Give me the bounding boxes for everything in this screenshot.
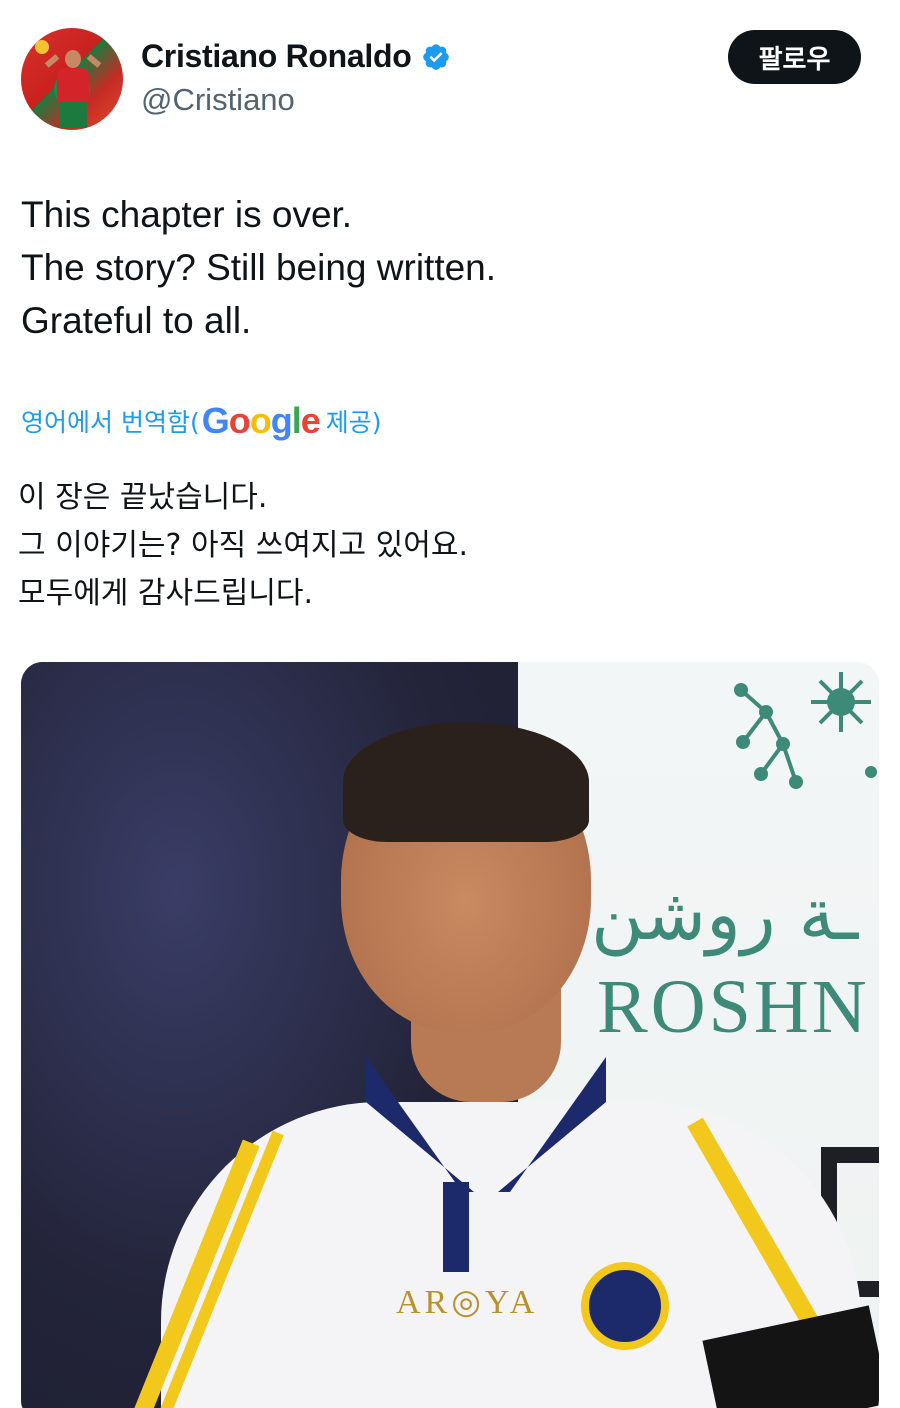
google-logo-letter: o bbox=[228, 400, 251, 441]
tweet-text-line: The story? Still being written. bbox=[21, 247, 497, 288]
board-arabic-text: ـة روشن bbox=[591, 872, 859, 956]
translation-prefix: 영어에서 번역함( bbox=[21, 408, 200, 437]
google-logo-letter: G bbox=[201, 400, 230, 441]
avatar-figure-arm bbox=[86, 54, 102, 68]
translated-text-line: 이 장은 끝났습니다. bbox=[18, 480, 268, 515]
tweet-photo[interactable]: ـة روشن ROSHN AR◎YA bbox=[21, 662, 879, 1408]
avatar-figure-head bbox=[65, 50, 81, 68]
google-logo-letter: l bbox=[291, 400, 302, 441]
translation-suffix: 제공) bbox=[325, 408, 382, 437]
avatar-logo-icon bbox=[35, 40, 49, 54]
author-display-name[interactable]: Cristiano Ronaldo bbox=[141, 38, 412, 75]
author-name-row[interactable]: Cristiano Ronaldo bbox=[141, 38, 451, 75]
board-roshn-text: ROSHN bbox=[597, 965, 870, 1049]
translated-text: 이 장은 끝났습니다. 그 이야기는? 아직 쓰여지고 있어요. 모두에게 감사… bbox=[18, 474, 468, 618]
verified-badge-icon bbox=[423, 43, 450, 70]
tweet-text-line: Grateful to all. bbox=[21, 300, 252, 341]
player-hair bbox=[343, 722, 589, 842]
avatar-figure-legs bbox=[59, 102, 87, 128]
avatar-figure-arm bbox=[44, 54, 60, 68]
google-logo-letter: g bbox=[270, 400, 293, 441]
roshn-logo-icon bbox=[734, 672, 877, 789]
jersey-sponsor-text: AR◎YA bbox=[396, 1284, 539, 1321]
author-handle[interactable]: @Cristiano bbox=[141, 82, 295, 118]
translated-text-line: 그 이야기는? 아직 쓰여지고 있어요. bbox=[18, 528, 469, 563]
translation-attribution-link[interactable]: 영어에서 번역함( Google 제공) bbox=[21, 400, 382, 442]
google-logo: Google bbox=[201, 400, 321, 442]
google-logo-letter: o bbox=[249, 400, 272, 441]
tweet-text: This chapter is over. The story? Still b… bbox=[21, 188, 496, 347]
google-logo-letter: e bbox=[300, 400, 321, 441]
translated-text-line: 모두에게 감사드립니다. bbox=[18, 576, 314, 611]
club-crest-icon bbox=[581, 1262, 669, 1350]
author-avatar[interactable] bbox=[21, 28, 123, 130]
follow-button[interactable]: 팔로우 bbox=[728, 30, 861, 84]
tweet-text-line: This chapter is over. bbox=[21, 194, 353, 235]
jersey-placket bbox=[443, 1182, 469, 1272]
tweet: Cristiano Ronaldo @Cristiano 팔로우 This ch… bbox=[0, 0, 900, 1408]
avatar-figure-body bbox=[57, 68, 89, 104]
